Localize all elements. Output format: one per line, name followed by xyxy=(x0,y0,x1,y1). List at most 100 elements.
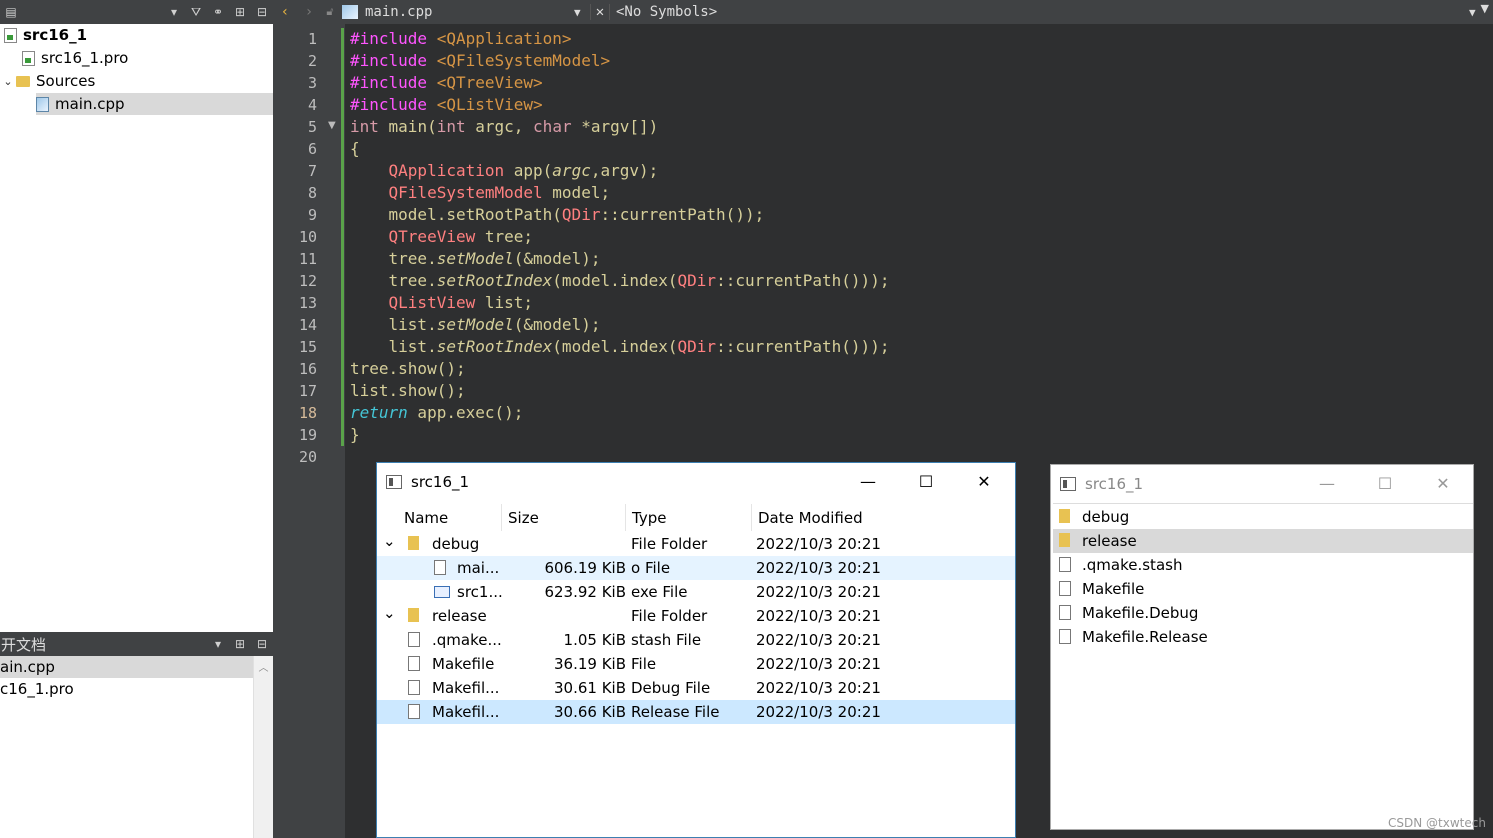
code-line[interactable]: #include <QTreeView> xyxy=(350,72,543,94)
tree-view-window: src16_1 — ☐ ✕ Name Size Type Date Modifi… xyxy=(376,462,1016,838)
project-tree-item[interactable]: ⌄ Sources xyxy=(0,70,95,92)
split-icon[interactable]: ⊞ xyxy=(229,637,251,651)
panel-menu-icon[interactable]: ▤ xyxy=(0,5,22,19)
tree-cell-type: stash File xyxy=(631,631,702,649)
lock-icon: 🔓︎ xyxy=(326,5,334,18)
code-line[interactable]: list.setRootIndex(model.index(QDir::curr… xyxy=(350,336,890,358)
minimize-button[interactable]: — xyxy=(1298,465,1356,502)
split-icon[interactable]: ⊞ xyxy=(229,5,251,19)
column-header-name[interactable]: Name xyxy=(398,504,502,531)
file-selector[interactable]: main.cpp xyxy=(365,4,574,20)
list-item[interactable]: Makefile.Debug xyxy=(1053,601,1473,625)
tree-cell-name: debug xyxy=(432,535,480,553)
code-line[interactable]: int main(int argc, char *argv[]) xyxy=(350,116,658,138)
code-line[interactable]: tree.show(); xyxy=(350,358,466,380)
tree-cell-date: 2022/10/3 20:21 xyxy=(756,559,881,577)
code-line[interactable]: QApplication app(argc,argv); xyxy=(350,160,659,182)
maximize-button[interactable]: ☐ xyxy=(1356,465,1414,502)
code-line[interactable]: QTreeView tree; xyxy=(350,226,534,248)
scrollbar[interactable]: ︿ xyxy=(253,656,273,838)
window-title: src16_1 xyxy=(1085,474,1144,493)
column-header-size[interactable]: Size xyxy=(502,504,626,531)
code-line[interactable]: list.setModel(&model); xyxy=(350,314,601,336)
maximize-button[interactable]: ☐ xyxy=(897,463,955,500)
list-item[interactable]: debug xyxy=(1053,505,1473,529)
project-tree-item-label: main.cpp xyxy=(55,95,125,113)
close-panel-icon[interactable]: ⊟ xyxy=(251,637,273,651)
line-number: 11 xyxy=(298,250,317,268)
file-icon xyxy=(1059,581,1071,596)
symbols-selector[interactable]: <No Symbols> xyxy=(610,4,1469,20)
chevron-down-icon[interactable]: ▼ xyxy=(1481,2,1489,15)
close-panel-icon[interactable]: ⊟ xyxy=(251,5,273,19)
scroll-up-icon[interactable]: ︿ xyxy=(254,659,273,674)
window-titlebar[interactable]: src16_1 — ☐ ✕ xyxy=(1051,465,1473,502)
code-line[interactable]: { xyxy=(350,138,360,160)
link-icon[interactable]: ⚭ xyxy=(207,5,229,19)
code-line[interactable]: model.setRootPath(QDir::currentPath()); xyxy=(350,204,765,226)
code-line[interactable]: tree.setRootIndex(model.index(QDir::curr… xyxy=(350,270,890,292)
line-number: 20 xyxy=(298,448,317,466)
project-file-icon xyxy=(22,50,35,66)
back-icon[interactable]: ‹ xyxy=(273,4,297,20)
code-line[interactable]: QListView list; xyxy=(350,292,534,314)
minimize-button[interactable]: — xyxy=(839,463,897,500)
list-view[interactable]: debug release .qmake.stash Makefile Makefile… xyxy=(1053,503,1473,829)
chevron-down-icon[interactable]: ▼ xyxy=(574,6,590,19)
tree-cell-date: 2022/10/3 20:21 xyxy=(756,679,881,697)
tree-cell-type: File Folder xyxy=(631,607,708,625)
tree-cell-date: 2022/10/3 20:21 xyxy=(756,535,881,553)
tree-row[interactable]: Makefile 36.19 KiB File 2022/10/3 20:21 xyxy=(377,652,1015,676)
project-tree-item[interactable]: main.cpp xyxy=(36,93,273,115)
close-button[interactable]: ✕ xyxy=(955,463,1013,500)
tree-row[interactable]: src1... 623.92 KiB exe File 2022/10/3 20:21 xyxy=(377,580,1015,604)
tree-row[interactable]: Makefil... 30.66 KiB Release File 2022/10/3… xyxy=(377,700,1015,724)
open-document-item[interactable]: c16_1.pro xyxy=(0,678,253,700)
tree-row[interactable]: .qmake... 1.05 KiB stash File 2022/10/3 20:… xyxy=(377,628,1015,652)
list-item[interactable]: Makefile.Release xyxy=(1053,625,1473,649)
list-item[interactable]: .qmake.stash xyxy=(1053,553,1473,577)
close-document-icon[interactable]: ✕ xyxy=(590,4,610,20)
forward-icon[interactable]: › xyxy=(297,4,321,20)
tree-cell-date: 2022/10/3 20:21 xyxy=(756,607,881,625)
code-line[interactable]: list.show(); xyxy=(350,380,466,402)
code-line[interactable]: tree.setModel(&model); xyxy=(350,248,601,270)
chevron-down-icon[interactable]: ⌄ xyxy=(383,532,396,550)
open-document-item[interactable]: ain.cpp xyxy=(0,656,253,678)
tree-cell-type: File Folder xyxy=(631,535,708,553)
dropdown-icon[interactable]: ▾ xyxy=(207,637,229,651)
tree-cell-size: 30.61 KiB xyxy=(553,679,626,697)
chevron-down-icon[interactable]: ⌄ xyxy=(383,604,396,622)
code-line[interactable]: #include <QFileSystemModel> xyxy=(350,50,610,72)
tree-cell-name: Makefile xyxy=(432,655,495,673)
list-item[interactable]: release xyxy=(1053,529,1473,553)
code-line[interactable]: #include <QApplication> xyxy=(350,28,572,50)
code-line[interactable]: return app.exec(); xyxy=(350,402,523,424)
cpp-file-icon xyxy=(342,5,358,19)
tree-row[interactable]: Makefil... 30.61 KiB Debug File 2022/10/3 2… xyxy=(377,676,1015,700)
fold-marker-icon[interactable]: ▼ xyxy=(328,120,336,131)
project-tree-item[interactable]: src16_1 xyxy=(4,24,87,46)
code-line[interactable]: #include <QListView> xyxy=(350,94,543,116)
filter-icon[interactable]: ⛛ xyxy=(185,5,207,20)
code-line[interactable]: } xyxy=(350,424,360,446)
left-sidebar: ▤ ▾ ⛛ ⚭ ⊞ ⊟ src16_1 src16_1.pro ⌄ Sources ma… xyxy=(0,0,273,838)
code-line[interactable]: QFileSystemModel model; xyxy=(350,182,611,204)
close-button[interactable]: ✕ xyxy=(1414,465,1472,502)
column-header-type[interactable]: Type xyxy=(626,504,752,531)
tree-row[interactable]: ⌄ release File Folder 2022/10/3 20:21 xyxy=(377,604,1015,628)
cpp-file-icon xyxy=(36,96,49,112)
list-item[interactable]: Makefile xyxy=(1053,577,1473,601)
window-titlebar[interactable]: src16_1 — ☐ ✕ xyxy=(377,463,1015,500)
line-number: 14 xyxy=(298,316,317,334)
tree-row[interactable]: mai... 606.19 KiB o File 2022/10/3 20:21 xyxy=(377,556,1015,580)
chevron-down-icon[interactable]: ⌄ xyxy=(0,75,16,88)
column-header-date[interactable]: Date Modified xyxy=(752,504,1015,531)
line-number: 2 xyxy=(307,52,317,70)
dropdown-icon[interactable]: ▾ xyxy=(163,5,185,19)
project-tree-item-label: src16_1 xyxy=(23,26,88,44)
line-number: 16 xyxy=(298,360,317,378)
tree-row[interactable]: ⌄ debug File Folder 2022/10/3 20:21 xyxy=(377,532,1015,556)
file-icon xyxy=(434,560,446,575)
project-tree-item[interactable]: src16_1.pro xyxy=(22,47,128,69)
